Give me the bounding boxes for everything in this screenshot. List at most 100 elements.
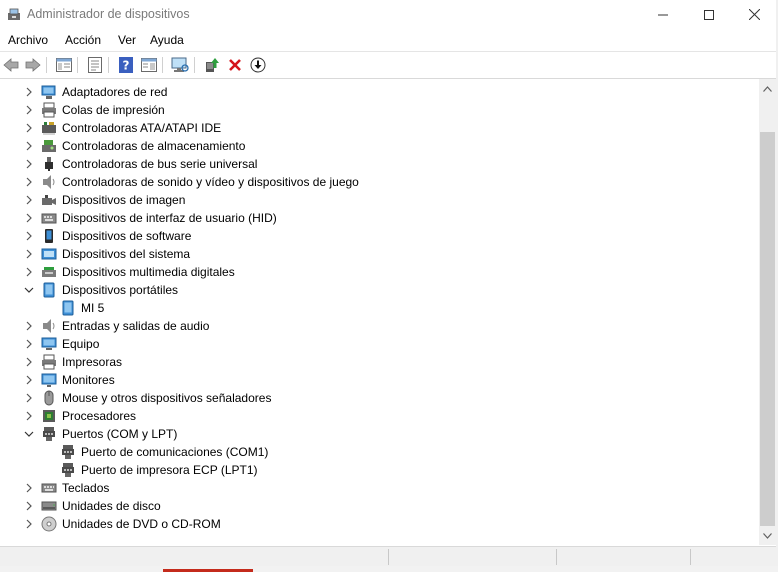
chevron-right-icon[interactable] (24, 375, 34, 385)
tree-node[interactable]: Unidades de DVD o CD-ROM (0, 515, 750, 533)
chevron-down-icon[interactable] (24, 285, 34, 295)
menu-accion[interactable]: Acción (65, 33, 101, 47)
tree-node[interactable]: Mouse y otros dispositivos señaladores (0, 389, 750, 407)
toolbar-separator (77, 57, 78, 73)
port-icon (41, 426, 57, 442)
chevron-right-icon[interactable] (24, 321, 34, 331)
tree-node[interactable]: Teclados (0, 479, 750, 497)
tree-node[interactable]: Dispositivos de interfaz de usuario (HID… (0, 209, 750, 227)
tree-node[interactable]: Controladoras ATA/ATAPI IDE (0, 119, 750, 137)
chevron-right-icon[interactable] (24, 87, 34, 97)
chevron-right-icon[interactable] (24, 393, 34, 403)
chevron-right-icon[interactable] (24, 411, 34, 421)
scrollbar-thumb[interactable] (760, 132, 775, 526)
close-button[interactable] (731, 0, 777, 29)
forward-button[interactable] (24, 56, 42, 74)
tree-node[interactable]: Puertos (COM y LPT) (0, 425, 750, 443)
back-arrow-icon (3, 58, 19, 72)
tree-node[interactable]: Equipo (0, 335, 750, 353)
toolbar-separator (46, 57, 47, 73)
chevron-right-icon[interactable] (24, 519, 34, 529)
update-driver-button[interactable] (203, 56, 221, 74)
scroll-up-button[interactable] (759, 81, 776, 97)
tree-node[interactable]: Controladoras de sonido y vídeo y dispos… (0, 173, 750, 191)
tree-node-label: Controladoras de sonido y vídeo y dispos… (62, 175, 359, 189)
chevron-up-icon (763, 86, 772, 92)
monitor-icon (41, 372, 57, 388)
tree-node-label: Impresoras (62, 355, 123, 369)
tree-node[interactable]: Dispositivos de imagen (0, 191, 750, 209)
tree-node-label: Puertos (COM y LPT) (62, 427, 178, 441)
chevron-right-icon[interactable] (24, 501, 34, 511)
tree-node[interactable]: Colas de impresión (0, 101, 750, 119)
chevron-down-icon[interactable] (24, 429, 34, 439)
tree-node[interactable]: Procesadores (0, 407, 750, 425)
tree-node[interactable]: Dispositivos multimedia digitales (0, 263, 750, 281)
tree-node-label: Controladoras de almacenamiento (62, 139, 246, 153)
tree-node[interactable]: Dispositivos de software (0, 227, 750, 245)
uninstall-button[interactable] (226, 56, 244, 74)
action-pane-button[interactable] (140, 56, 158, 74)
chevron-right-icon[interactable] (24, 339, 34, 349)
update-driver-icon (206, 58, 219, 72)
tree-node[interactable]: Impresoras (0, 353, 750, 371)
chevron-right-icon[interactable] (24, 249, 34, 259)
scroll-down-button[interactable] (759, 528, 776, 544)
tree-node-label: Dispositivos de imagen (62, 193, 186, 207)
menu-archivo[interactable]: Archivo (8, 33, 48, 47)
status-divider (388, 549, 389, 565)
tree-node[interactable]: Dispositivos portátiles (0, 281, 750, 299)
chevron-right-icon[interactable] (24, 357, 34, 367)
tree-node-label: Controladoras de bus serie universal (62, 157, 258, 171)
ide-controller-icon (41, 120, 57, 136)
tree-node-label: Entradas y salidas de audio (62, 319, 210, 333)
menu-ver[interactable]: Ver (118, 33, 136, 47)
show-hide-tree-button[interactable] (55, 56, 73, 74)
chevron-right-icon[interactable] (24, 141, 34, 151)
chevron-right-icon[interactable] (24, 105, 34, 115)
maximize-button[interactable] (686, 0, 732, 29)
disable-button[interactable] (249, 56, 267, 74)
tree-node-label: Dispositivos multimedia digitales (62, 265, 235, 279)
chevron-right-icon[interactable] (24, 231, 34, 241)
scan-hardware-button[interactable] (171, 56, 189, 74)
tree-node-label: Unidades de disco (62, 499, 161, 513)
tree-node[interactable]: Controladoras de bus serie universal (0, 155, 750, 173)
back-button[interactable] (2, 56, 20, 74)
chevron-right-icon[interactable] (24, 213, 34, 223)
device-manager-icon (8, 8, 20, 20)
menu-ayuda[interactable]: Ayuda (150, 33, 184, 47)
chevron-right-icon[interactable] (24, 123, 34, 133)
dvd-drive-icon (41, 516, 57, 532)
window-title: Administrador de dispositivos (27, 7, 190, 21)
chevron-right-icon[interactable] (24, 267, 34, 277)
tree-child-node[interactable]: Puerto de impresora ECP (LPT1) (0, 461, 750, 479)
scan-hardware-icon (171, 57, 189, 72)
hid-keyboard-icon (41, 210, 57, 226)
tree-child-node[interactable]: MI 5 (0, 299, 750, 317)
help-button[interactable]: ? (117, 56, 135, 74)
tree-node[interactable]: Controladoras de almacenamiento (0, 137, 750, 155)
tree-node-label: Adaptadores de red (62, 85, 168, 99)
tree-child-node[interactable]: Puerto de comunicaciones (COM1) (0, 443, 750, 461)
audio-io-icon (41, 318, 57, 334)
minimize-button[interactable] (640, 0, 686, 29)
properties-button[interactable] (86, 56, 104, 74)
tree-node[interactable]: Monitores (0, 371, 750, 389)
tree-node[interactable]: Entradas y salidas de audio (0, 317, 750, 335)
device-tree[interactable]: Adaptadores de red Colas de impresión Cont… (0, 82, 758, 544)
tree-node[interactable]: Unidades de disco (0, 497, 750, 515)
computer-icon (41, 336, 57, 352)
tree-node-label: Dispositivos portátiles (62, 283, 179, 297)
tree-node[interactable]: Adaptadores de red (0, 83, 750, 101)
chevron-right-icon[interactable] (24, 483, 34, 493)
storage-controller-icon (41, 138, 57, 154)
chevron-right-icon[interactable] (24, 177, 34, 187)
multimedia-device-icon (41, 264, 57, 280)
properties-icon (88, 57, 102, 73)
chevron-right-icon[interactable] (24, 195, 34, 205)
toolbar-separator (194, 57, 195, 73)
chevron-right-icon[interactable] (24, 159, 34, 169)
disk-drive-icon (41, 498, 57, 514)
tree-node[interactable]: Dispositivos del sistema (0, 245, 750, 263)
